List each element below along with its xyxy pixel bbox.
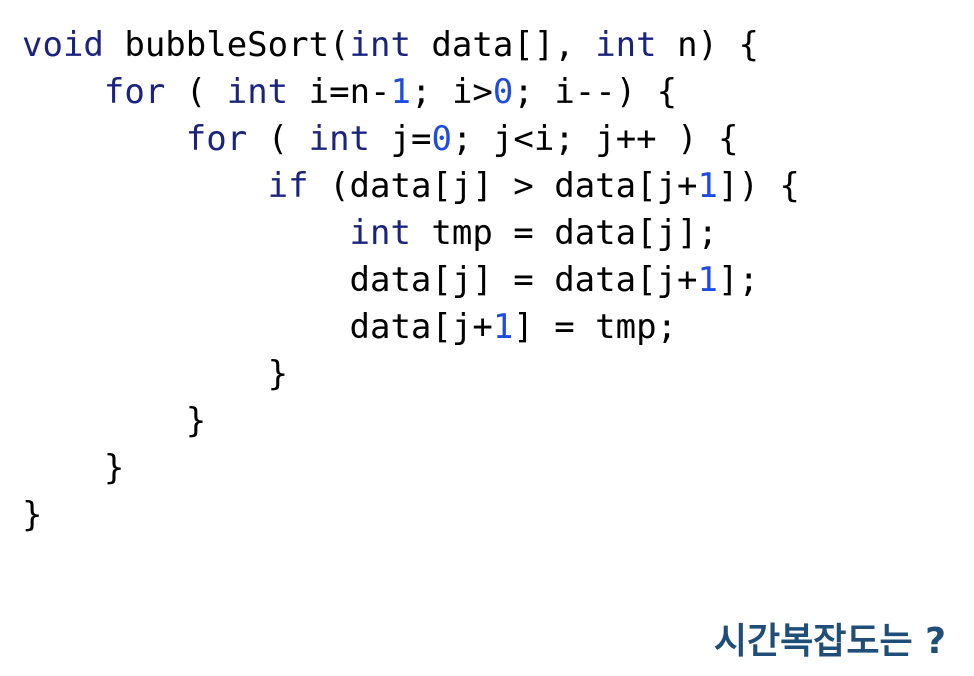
code-keyword: int: [349, 25, 411, 65]
code-number: 1: [697, 166, 719, 206]
code-text: }: [22, 495, 43, 535]
code-line: for ( int i=n-1; i>0; i--) {: [22, 69, 800, 116]
code-text: }: [22, 448, 125, 488]
code-line: int tmp = data[j];: [22, 210, 800, 257]
code-text: ];: [718, 260, 759, 300]
code-text: ; j<i; j++ ) {: [451, 119, 739, 159]
code-number: 0: [492, 72, 514, 112]
code-text: ] = tmp;: [513, 307, 678, 347]
code-number: 1: [697, 260, 718, 300]
code-line: }: [22, 351, 800, 398]
code-number: 1: [492, 307, 514, 347]
code-text: tmp = data[j];: [410, 213, 718, 253]
code-number: 0: [431, 119, 452, 159]
code-text: n) {: [656, 25, 759, 65]
code-keyword: int: [308, 119, 371, 159]
code-keyword: int: [595, 25, 657, 65]
code-text: (data[j] > data[j+: [308, 166, 698, 206]
code-text: data[j+: [22, 307, 493, 347]
code-text: ; i--) {: [513, 72, 678, 112]
code-line: data[j] = data[j+1];: [22, 257, 800, 304]
code-number: 1: [390, 72, 411, 112]
code-line: }: [22, 398, 800, 445]
code-text: (: [247, 119, 309, 159]
time-complexity-question: 시간복잡도는 ?: [713, 621, 946, 662]
code-text: bubbleSort(: [103, 25, 350, 65]
code-keyword: void: [22, 25, 104, 65]
code-keyword: if: [267, 166, 309, 206]
code-text: }: [22, 401, 207, 441]
code-keyword: int: [226, 72, 289, 112]
code-text: data[j] = data[j+: [22, 260, 698, 300]
code-text: }: [22, 354, 289, 394]
code-text: i=n-: [288, 72, 391, 112]
code-line: for ( int j=0; j<i; j++ ) {: [22, 116, 800, 163]
code-keyword: for: [185, 119, 248, 159]
code-line: void bubbleSort(int data[], int n) {: [22, 22, 800, 69]
code-line: if (data[j] > data[j+1]) {: [22, 163, 800, 210]
code-block: void bubbleSort(int data[], int n) { for…: [22, 22, 800, 539]
code-line: }: [22, 492, 800, 539]
code-line: }: [22, 445, 800, 492]
code-line: data[j+1] = tmp;: [22, 304, 800, 351]
code-text: (: [165, 72, 227, 112]
code-keyword: int: [349, 213, 411, 253]
code-text: ; i>: [411, 72, 493, 112]
code-text: j=: [370, 119, 432, 159]
code-text: ]) {: [718, 166, 800, 206]
code-keyword: for: [103, 72, 166, 112]
code-text: data[],: [410, 25, 596, 65]
